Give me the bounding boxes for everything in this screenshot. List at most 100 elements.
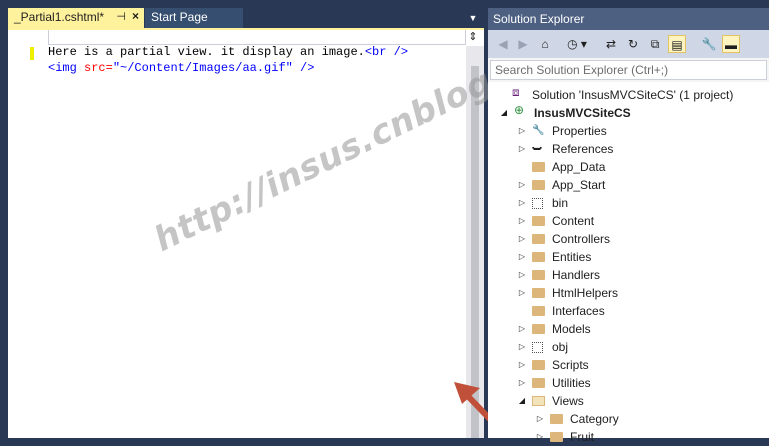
forward-icon[interactable]: ▶ — [514, 35, 532, 53]
search-input[interactable] — [493, 62, 767, 78]
tab-start-page[interactable]: Start Page — [145, 8, 243, 28]
expand-arrow-icon[interactable]: ▷ — [516, 338, 528, 356]
hidden-folder-icon — [532, 198, 543, 209]
tree-item[interactable]: ⧈ Solution 'InsusMVCSiteCS' (1 project) — [496, 85, 769, 104]
expand-arrow-icon[interactable]: ▷ — [516, 176, 528, 194]
tab-partial1-cshtml[interactable]: _Partial1.cshtml* ⊣ × — [8, 8, 144, 28]
code-tag-br: <br /> — [364, 45, 409, 59]
preview-icon[interactable]: ▬ — [722, 35, 740, 53]
tree-item[interactable]: ▷ Entities — [516, 248, 769, 266]
tree-item[interactable]: ▷ Fruit — [534, 428, 769, 446]
expand-arrow-icon[interactable]: ▷ — [516, 284, 528, 302]
folder-icon — [550, 432, 563, 442]
folder-icon — [532, 252, 545, 262]
expand-arrow-icon[interactable]: ▷ — [516, 320, 528, 338]
expand-arrow-icon[interactable]: ▷ — [516, 194, 528, 212]
tree-item[interactable]: ▷ obj — [516, 338, 769, 356]
solution-icon: ⧈ — [512, 85, 520, 99]
tree-item-label: Controllers — [552, 232, 611, 246]
tree-item-label: Views — [552, 394, 584, 408]
tree-item-label: App_Start — [552, 178, 606, 192]
show-all-files-icon[interactable]: ▤ — [668, 35, 686, 53]
expand-arrow-icon[interactable]: ▷ — [516, 248, 528, 266]
tree-item[interactable]: ▷ HtmlHelpers — [516, 284, 769, 302]
code-line-1[interactable]: Here is a partial view. it display an im… — [48, 44, 408, 60]
hidden-folder-icon — [532, 342, 543, 353]
history-icon[interactable]: ◷ ▾ — [562, 35, 592, 53]
pin-icon[interactable]: ⊣ — [116, 10, 126, 23]
close-icon[interactable]: × — [132, 9, 139, 23]
folder-icon — [532, 288, 545, 298]
tree-item-label: InsusMVCSiteCS — [534, 106, 631, 120]
tree-item[interactable]: ▷ 🔧 Properties — [516, 122, 769, 140]
tree-item-label: Content — [552, 214, 595, 228]
tree-item-label: Properties — [552, 124, 607, 138]
tab-overflow-dropdown-icon[interactable]: ▼ — [466, 12, 480, 24]
code-text: Here is a partial view. it display an im… — [48, 45, 365, 59]
folder-icon — [532, 324, 545, 334]
code-editor[interactable]: ⇕ Here is a partial view. it display an … — [8, 30, 484, 438]
tree-item-label: Scripts — [552, 358, 589, 372]
split-window-icon[interactable]: ⇕ — [466, 30, 480, 44]
tree-item[interactable]: ◢ ⊕ InsusMVCSiteCS — [498, 103, 769, 122]
web-project-icon: ⊕ — [514, 103, 525, 117]
tree-item-label: Interfaces — [552, 304, 605, 318]
solution-tree: ⧈ Solution 'InsusMVCSiteCS' (1 project) ◢ ⊕… — [488, 82, 769, 444]
expand-arrow-icon[interactable]: ▷ — [534, 428, 546, 446]
code-tag-img: <img — [48, 61, 85, 75]
panel-title[interactable]: Solution Explorer — [488, 8, 769, 30]
back-icon[interactable]: ◀ — [494, 35, 512, 53]
expand-arrow-icon[interactable]: ▷ — [516, 212, 528, 230]
folder-icon — [532, 306, 545, 316]
collapse-arrow-icon[interactable]: ◢ — [516, 392, 528, 410]
tree-item[interactable]: ◢ Views — [516, 392, 769, 410]
expand-arrow-icon[interactable]: ▷ — [516, 266, 528, 284]
folder-icon — [532, 270, 545, 280]
tree-item-label: Fruit — [570, 430, 594, 444]
code-line-2[interactable]: <img src="~/Content/Images/aa.gif" /> — [48, 60, 314, 76]
properties-wrench-icon[interactable]: 🔧 — [700, 35, 718, 53]
tree-item[interactable]: ▷ Controllers — [516, 230, 769, 248]
tab-label: Start Page — [151, 10, 208, 24]
references-icon: ▪▬▪ — [532, 145, 542, 152]
tree-item[interactable]: ▷ Utilities — [516, 374, 769, 392]
change-tracking-marker — [30, 47, 34, 60]
editor-margin — [8, 30, 26, 438]
expand-arrow-icon[interactable]: ▷ — [516, 230, 528, 248]
tree-item-label: HtmlHelpers — [552, 286, 619, 300]
tree-item-label: Utilities — [552, 376, 591, 390]
tree-item[interactable]: Interfaces — [516, 302, 769, 320]
code-tag-close: /> — [292, 61, 315, 75]
tree-item[interactable]: ▷ Handlers — [516, 266, 769, 284]
refresh-icon[interactable]: ↻ — [624, 35, 642, 53]
tree-item[interactable]: ▷ ▪▬▪ References — [516, 140, 769, 158]
expand-arrow-icon[interactable]: ▷ — [516, 356, 528, 374]
tree-item[interactable]: App_Data — [516, 158, 769, 176]
expand-arrow-icon[interactable]: ▷ — [516, 374, 528, 392]
tab-label: _Partial1.cshtml* — [14, 10, 105, 24]
open-folder-icon — [532, 396, 545, 406]
sync-icon[interactable]: ⇄ — [602, 35, 620, 53]
tree-item[interactable]: ▷ bin — [516, 194, 769, 212]
expand-arrow-icon[interactable]: ▷ — [516, 140, 528, 158]
tree-item[interactable]: ▷ Category — [534, 410, 769, 428]
navigation-bar[interactable] — [48, 30, 466, 45]
folder-icon — [532, 360, 545, 370]
collapse-arrow-icon[interactable]: ◢ — [498, 104, 510, 122]
tree-item-label: Handlers — [552, 268, 601, 282]
expand-arrow-icon[interactable]: ▷ — [516, 122, 528, 140]
code-attr-src: src= — [84, 61, 113, 75]
wrench-icon: 🔧 — [532, 125, 545, 136]
search-box[interactable] — [490, 60, 767, 80]
tree-item[interactable]: ▷ App_Start — [516, 176, 769, 194]
tree-item-label: App_Data — [552, 160, 606, 174]
home-icon[interactable]: ⌂ — [536, 35, 554, 53]
expand-arrow-icon[interactable]: ▷ — [534, 410, 546, 428]
tree-item[interactable]: ▷ Content — [516, 212, 769, 230]
tree-item[interactable]: ▷ Scripts — [516, 356, 769, 374]
tree-item-label: References — [552, 142, 614, 156]
tree-item-label: Entities — [552, 250, 592, 264]
collapse-all-icon[interactable]: ⧉ — [646, 35, 664, 53]
tree-item[interactable]: ▷ Models — [516, 320, 769, 338]
tree-item-label: obj — [552, 340, 569, 354]
